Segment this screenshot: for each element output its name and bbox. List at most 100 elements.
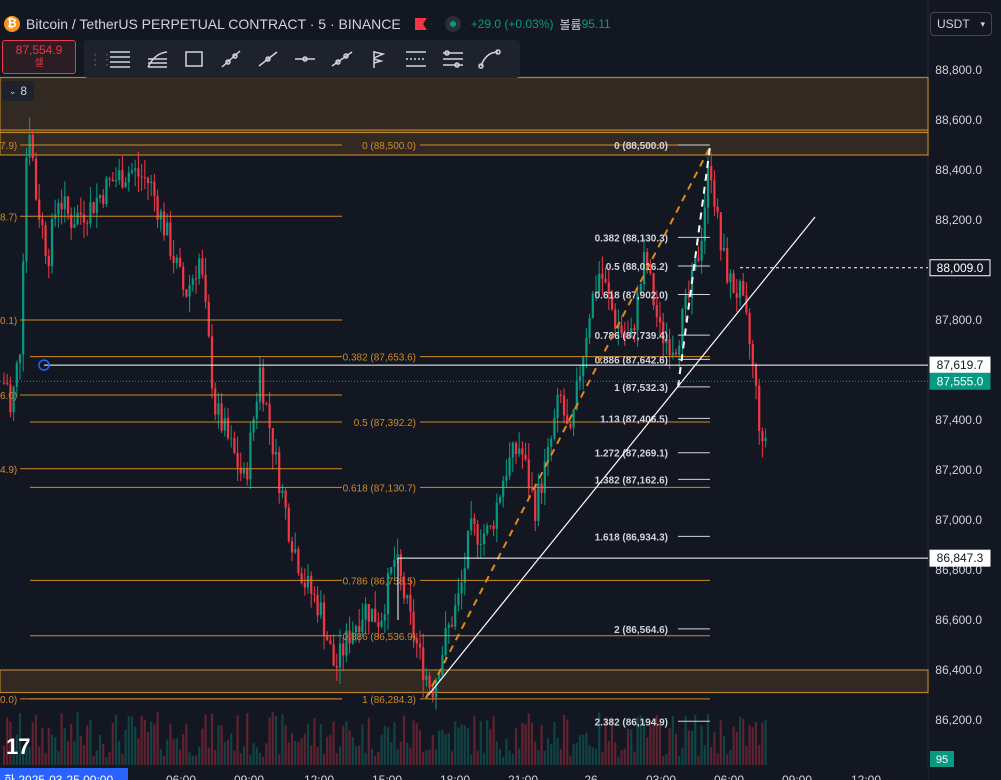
candle-body (598, 273, 601, 292)
candle-body (182, 266, 185, 290)
candle-body (28, 134, 31, 158)
trend-line-icon[interactable] (216, 44, 246, 74)
candle-body (92, 202, 95, 213)
symbol-title[interactable]: Bitcoin / TetherUS PERPETUAL CONTRACT · … (26, 16, 401, 32)
candle-body (201, 258, 204, 275)
volume-bar (662, 756, 665, 765)
candle-body (374, 608, 377, 623)
volume-bar (690, 730, 694, 765)
volume-bar (457, 727, 460, 765)
x-tick-label: 06:00 (166, 773, 196, 780)
volume-bar (751, 727, 754, 765)
candle-body (524, 454, 527, 460)
ray-lines-icon[interactable] (142, 44, 172, 74)
candle-body (585, 337, 588, 357)
volume-bar (511, 753, 514, 765)
price-chart[interactable]: 0 (88,500.0) 0.382 (87,653.6) 0.5 (87,392.… (0, 0, 1001, 780)
flag-icon[interactable] (414, 18, 427, 30)
candle-body (86, 222, 89, 224)
volume-bar (502, 756, 505, 765)
price-label: 87,555.0 (937, 374, 984, 388)
volume-bar (450, 751, 454, 765)
range-icon[interactable] (401, 44, 431, 74)
volume-bar (674, 734, 678, 765)
volume-bar (44, 752, 47, 765)
candle-body (562, 395, 566, 416)
volume-bar (729, 750, 732, 765)
volume-bar (182, 734, 185, 765)
volume-bar (572, 743, 575, 765)
volume-bar (476, 750, 479, 765)
candle-body (751, 344, 754, 365)
candle-body (169, 222, 172, 256)
volume-bar (223, 741, 226, 765)
y-tick-label: 87,200.0 (935, 463, 982, 477)
volume-bar (764, 719, 767, 765)
currency-select[interactable]: USDT ▾ (930, 12, 992, 36)
currency-value: USDT (937, 17, 970, 31)
volume-bar (428, 749, 431, 765)
volume-bar (374, 755, 377, 765)
curve-icon[interactable] (475, 44, 505, 74)
volume-bar (620, 750, 623, 765)
drag-handle-icon[interactable]: ⋮⋮ (88, 51, 114, 68)
fib-extension-label: 1.13 (87,406.5) (600, 414, 668, 425)
volume-bar (306, 723, 310, 765)
volume-bar (175, 738, 178, 765)
volume-bar (754, 722, 758, 765)
horizontal-lines-icon[interactable] (105, 44, 135, 74)
channel-icon[interactable] (438, 44, 468, 74)
candle-body (422, 647, 425, 680)
drawing-toolbar: ⋮⋮ (84, 40, 520, 78)
volume-bar (470, 754, 473, 765)
horizontal-line-icon[interactable] (290, 44, 320, 74)
candle-body (76, 212, 79, 225)
candle-body (134, 168, 137, 171)
candle-body (738, 281, 742, 298)
candle-body (390, 567, 393, 574)
candle-body (556, 394, 559, 419)
candle-body (66, 196, 70, 215)
candle-body (399, 554, 402, 577)
volume-bar (479, 720, 482, 765)
volume-bar (2, 746, 6, 765)
visibility-icon[interactable] (444, 16, 461, 32)
volume-bar (738, 716, 742, 765)
flag-pole-icon[interactable] (364, 44, 394, 74)
volume-bar (348, 730, 351, 765)
y-tick-label: 88,200.0 (935, 213, 982, 227)
volume-bar (303, 733, 306, 765)
volume-bar (82, 745, 86, 765)
volume-bar (41, 727, 44, 765)
candle-body (319, 602, 322, 616)
sell-price-button[interactable]: 87,554.9 셀 (2, 40, 76, 74)
volume-bar (454, 721, 457, 765)
parallel-line-icon[interactable] (327, 44, 357, 74)
volume-bar (530, 723, 534, 765)
rectangle-icon[interactable] (179, 44, 209, 74)
volume-bar (505, 738, 508, 765)
candle-body (89, 202, 92, 224)
volume-bar (130, 716, 134, 765)
line-icon[interactable] (253, 44, 283, 74)
candle-body (498, 497, 502, 503)
volume-bar (121, 753, 124, 765)
candle-body (578, 376, 582, 381)
candle-body (6, 382, 9, 385)
candle-body (98, 195, 102, 198)
fib-retracement-label: 0.618 (87,130.7) (343, 483, 416, 494)
volume-bar (761, 722, 764, 765)
volume-bar (63, 728, 66, 765)
volume-bar (447, 733, 450, 765)
volume-bar (358, 745, 361, 765)
x-tick-label: 21:00 (508, 773, 538, 780)
candle-body (719, 212, 722, 251)
volume-bar (364, 752, 367, 765)
volume-bar (550, 743, 553, 765)
volume-bar (105, 756, 108, 765)
fib-extension-label: 1.272 (87,269.1) (595, 449, 668, 460)
volume-bar (687, 730, 690, 765)
volume-bar (281, 714, 284, 765)
candle-body (658, 317, 662, 322)
indicator-toggle[interactable]: ⌄ 8 (2, 81, 34, 101)
